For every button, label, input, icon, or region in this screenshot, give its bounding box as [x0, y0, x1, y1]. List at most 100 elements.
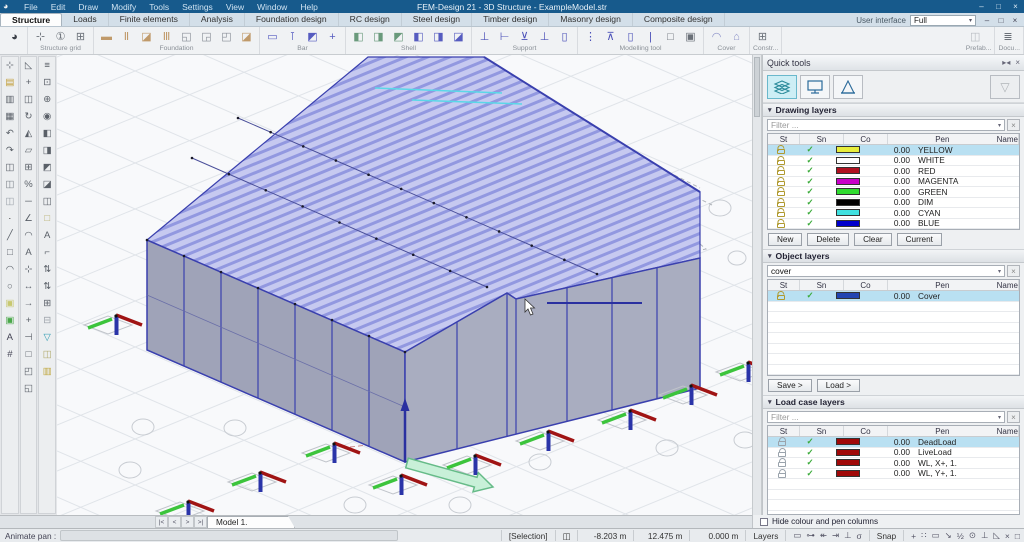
- selection-mode[interactable]: [Selection]: [500, 530, 555, 541]
- tab-nav-button[interactable]: >: [181, 516, 194, 528]
- ribbon-tab[interactable]: Finite elements: [109, 13, 190, 26]
- layer-color-swatch[interactable]: [836, 448, 860, 456]
- perpendicular-icon[interactable]: ⊥: [844, 530, 851, 541]
- visibility-check-icon[interactable]: ✓: [794, 457, 826, 468]
- ribbon-tab[interactable]: Structure: [0, 13, 63, 26]
- line-tool-icon[interactable]: |: [641, 28, 660, 45]
- object-layer-row[interactable]: ✓ 0.00 Cover: [768, 290, 1019, 302]
- visibility-check-icon[interactable]: ✓: [794, 186, 826, 197]
- save-icon[interactable]: ▥: [2, 91, 18, 108]
- section-drawing-layers[interactable]: ▾ Drawing layers: [763, 103, 1024, 117]
- window-control-button[interactable]: □: [990, 2, 1007, 11]
- tab-nav-button[interactable]: <: [168, 516, 181, 528]
- column-header[interactable]: Pen: [888, 280, 997, 290]
- tab-nav-button[interactable]: |<: [155, 516, 168, 528]
- menu-item[interactable]: View: [220, 2, 250, 12]
- snap-half-icon[interactable]: ½: [957, 531, 964, 541]
- drawing-layers-button[interactable]: Delete: [807, 233, 850, 246]
- lock-icon[interactable]: [777, 159, 785, 165]
- mirror-icon[interactable]: ◭: [21, 125, 37, 142]
- fillet-icon[interactable]: ◠: [21, 227, 37, 244]
- bar-extra-icon[interactable]: +: [323, 28, 342, 45]
- snap-angle-icon[interactable]: ◺: [993, 530, 1000, 541]
- profiled-wall-icon[interactable]: ◧: [409, 28, 428, 45]
- hide-columns-checkbox[interactable]: [760, 517, 768, 526]
- orbit-sphere-icon[interactable]: ◕: [5, 28, 24, 45]
- column-header[interactable]: St: [768, 134, 800, 144]
- model-viewport[interactable]: [57, 55, 752, 515]
- move-vertical-icon[interactable]: ⇅: [39, 261, 55, 278]
- user-interface-select[interactable]: Full ▾: [910, 15, 976, 26]
- layer-color-swatch[interactable]: [836, 167, 860, 175]
- sigma-icon[interactable]: σ: [857, 531, 862, 541]
- extend-icon[interactable]: →: [21, 295, 37, 312]
- column-header[interactable]: Sn: [800, 426, 844, 436]
- column-header[interactable]: Name: [997, 134, 1019, 144]
- snap-center-icon[interactable]: ⊙: [969, 530, 976, 541]
- section-load-case-layers[interactable]: ▾ Load case layers: [763, 395, 1024, 409]
- lock-icon[interactable]: [777, 437, 786, 447]
- clear-filter-button[interactable]: ×: [1007, 119, 1020, 131]
- region-yellow-icon[interactable]: ▣: [2, 295, 18, 312]
- workplane-icon[interactable]: □: [39, 210, 55, 227]
- redo-icon[interactable]: ↷: [2, 142, 18, 159]
- cube-pale-icon[interactable]: ◫: [39, 346, 55, 363]
- point-support-group-icon[interactable]: ⊥: [535, 28, 554, 45]
- add-view-icon[interactable]: ⊞: [39, 295, 55, 312]
- adjust-icon[interactable]: +: [21, 312, 37, 329]
- lock-icon[interactable]: [777, 212, 785, 218]
- column-header[interactable]: Co: [844, 280, 888, 290]
- edit-text-icon[interactable]: A: [21, 244, 37, 261]
- column-header[interactable]: St: [768, 426, 800, 436]
- layer-color-swatch[interactable]: [836, 177, 860, 185]
- group-icon[interactable]: ◰: [21, 363, 37, 380]
- annotation-icon[interactable]: A: [39, 227, 55, 244]
- object-layers-button[interactable]: Save >: [768, 379, 812, 392]
- dock-panel-icon[interactable]: ▸◂: [1002, 58, 1010, 67]
- ribbon-tab[interactable]: Masonry design: [549, 13, 633, 26]
- axis-system-icon[interactable]: ⊹: [31, 28, 50, 45]
- snap-status-button[interactable]: Snap: [868, 530, 903, 541]
- column-header[interactable]: Co: [844, 134, 888, 144]
- visibility-check-icon[interactable]: ✓: [794, 218, 826, 229]
- layer-color-swatch[interactable]: [836, 292, 860, 300]
- strip-foundation-icon[interactable]: ▬: [97, 28, 116, 45]
- copy-object-icon[interactable]: ◫: [21, 91, 37, 108]
- layer-color-swatch[interactable]: [836, 469, 860, 477]
- column-icon[interactable]: ⊺: [283, 28, 302, 45]
- rectangle-draw-icon[interactable]: □: [2, 244, 18, 261]
- view-front-icon[interactable]: ◧: [39, 125, 55, 142]
- isolated-foundation-icon[interactable]: ◱: [177, 28, 196, 45]
- lock-icon[interactable]: [777, 201, 785, 207]
- align-vertical-icon[interactable]: ⇅: [39, 278, 55, 295]
- line-draw-icon[interactable]: ╱: [2, 227, 18, 244]
- column-header[interactable]: Co: [844, 426, 888, 436]
- zoom-in-icon[interactable]: ⊕: [39, 91, 55, 108]
- layer-color-swatch[interactable]: [836, 209, 860, 217]
- ungroup-icon[interactable]: ◱: [21, 380, 37, 397]
- visibility-check-icon[interactable]: ✓: [794, 144, 826, 155]
- document-window-button[interactable]: □: [994, 16, 1008, 25]
- truss-tool-icon[interactable]: ⊼: [601, 28, 620, 45]
- view-cube-icon[interactable]: ◫: [554, 530, 578, 541]
- menu-item[interactable]: File: [18, 2, 44, 12]
- lock-icon[interactable]: [777, 447, 786, 457]
- undo-icon[interactable]: ↶: [2, 125, 18, 142]
- snap-diagonal-icon[interactable]: ↘: [945, 530, 952, 541]
- wedge-foundation-icon[interactable]: ◪: [137, 28, 156, 45]
- visibility-check-icon[interactable]: ✓: [794, 447, 826, 458]
- drawing-layers-button[interactable]: Current: [896, 233, 942, 246]
- truss-icon[interactable]: ◩: [303, 28, 322, 45]
- close-panel-icon[interactable]: ×: [1015, 58, 1020, 67]
- layer-color-swatch[interactable]: [836, 219, 860, 227]
- pile-foundation-icon[interactable]: ◲: [197, 28, 216, 45]
- beam-icon[interactable]: ▭: [263, 28, 282, 45]
- hatch-tool-icon[interactable]: #: [2, 346, 18, 363]
- menu-item[interactable]: Edit: [45, 2, 72, 12]
- column-header[interactable]: Sn: [800, 134, 844, 144]
- beam-foundation-icon[interactable]: Ⅱ: [117, 28, 136, 45]
- clear-filter-button[interactable]: ×: [1007, 265, 1020, 277]
- measure-tool-button[interactable]: [833, 74, 863, 99]
- lock-icon[interactable]: [777, 458, 786, 468]
- drawing-layer-row[interactable]: ✓ 0.00 BLUE: [768, 218, 1019, 229]
